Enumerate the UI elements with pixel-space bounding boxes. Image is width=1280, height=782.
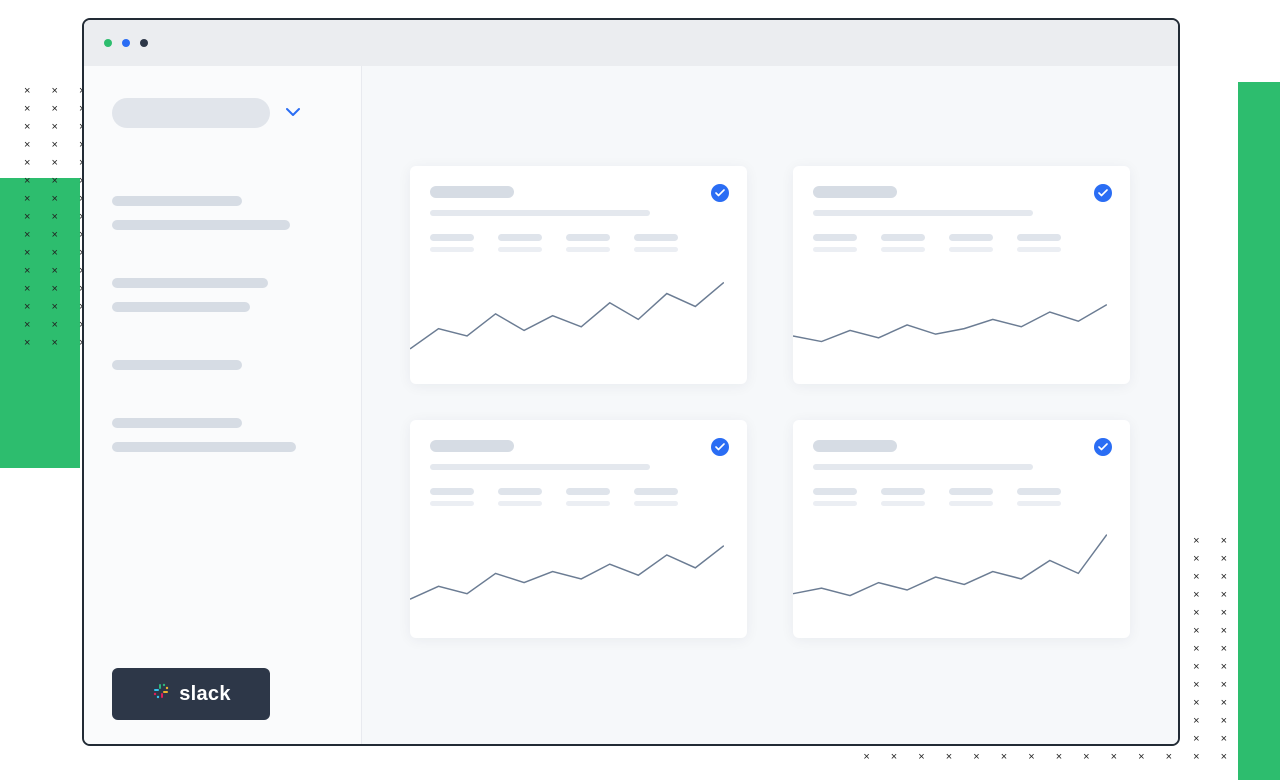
card-subtitle-placeholder	[813, 210, 1033, 216]
check-badge-icon	[711, 438, 729, 456]
metric-card[interactable]	[793, 420, 1130, 638]
window-dot	[104, 39, 112, 47]
check-badge-icon	[711, 184, 729, 202]
workspace-pill	[112, 98, 270, 128]
card-stats-row	[813, 234, 1110, 241]
main-content	[362, 66, 1178, 744]
card-title-placeholder	[813, 440, 897, 452]
nav-item[interactable]	[112, 302, 250, 312]
window-dot	[140, 39, 148, 47]
card-stats-row	[430, 234, 727, 241]
sparkline-chart	[410, 518, 724, 638]
sparkline-chart	[410, 264, 724, 384]
nav-group	[112, 196, 333, 244]
card-title-placeholder	[813, 186, 897, 198]
metric-card[interactable]	[410, 166, 747, 384]
card-stats-row	[430, 247, 727, 252]
card-stats-row	[430, 501, 727, 506]
card-title-placeholder	[430, 186, 514, 198]
check-badge-icon	[1094, 438, 1112, 456]
nav-item[interactable]	[112, 360, 242, 370]
metric-card[interactable]	[410, 420, 747, 638]
slack-icon	[151, 681, 171, 707]
chevron-down-icon	[286, 104, 300, 122]
card-subtitle-placeholder	[813, 464, 1033, 470]
nav-group	[112, 418, 333, 466]
nav-item[interactable]	[112, 278, 268, 288]
slack-label: slack	[179, 683, 231, 706]
browser-window: slack	[82, 18, 1180, 746]
nav-item[interactable]	[112, 196, 242, 206]
card-stats-row	[430, 488, 727, 495]
sparkline-chart	[793, 518, 1107, 638]
window-dot	[122, 39, 130, 47]
card-title-placeholder	[430, 440, 514, 452]
workspace-selector[interactable]	[112, 98, 333, 128]
nav-group	[112, 278, 333, 326]
card-stats-row	[813, 247, 1110, 252]
card-stats-row	[813, 488, 1110, 495]
sparkline-chart	[793, 264, 1107, 384]
metric-card[interactable]	[793, 166, 1130, 384]
check-badge-icon	[1094, 184, 1112, 202]
nav-item[interactable]	[112, 418, 242, 428]
nav-group	[112, 360, 333, 384]
card-subtitle-placeholder	[430, 464, 650, 470]
cards-grid	[410, 166, 1130, 638]
card-subtitle-placeholder	[430, 210, 650, 216]
browser-chrome	[84, 20, 1178, 66]
nav-item[interactable]	[112, 220, 290, 230]
card-stats-row	[813, 501, 1110, 506]
sidebar: slack	[84, 66, 362, 744]
nav-item[interactable]	[112, 442, 296, 452]
decorative-green-strip	[1238, 82, 1280, 780]
slack-integration-button[interactable]: slack	[112, 668, 270, 720]
